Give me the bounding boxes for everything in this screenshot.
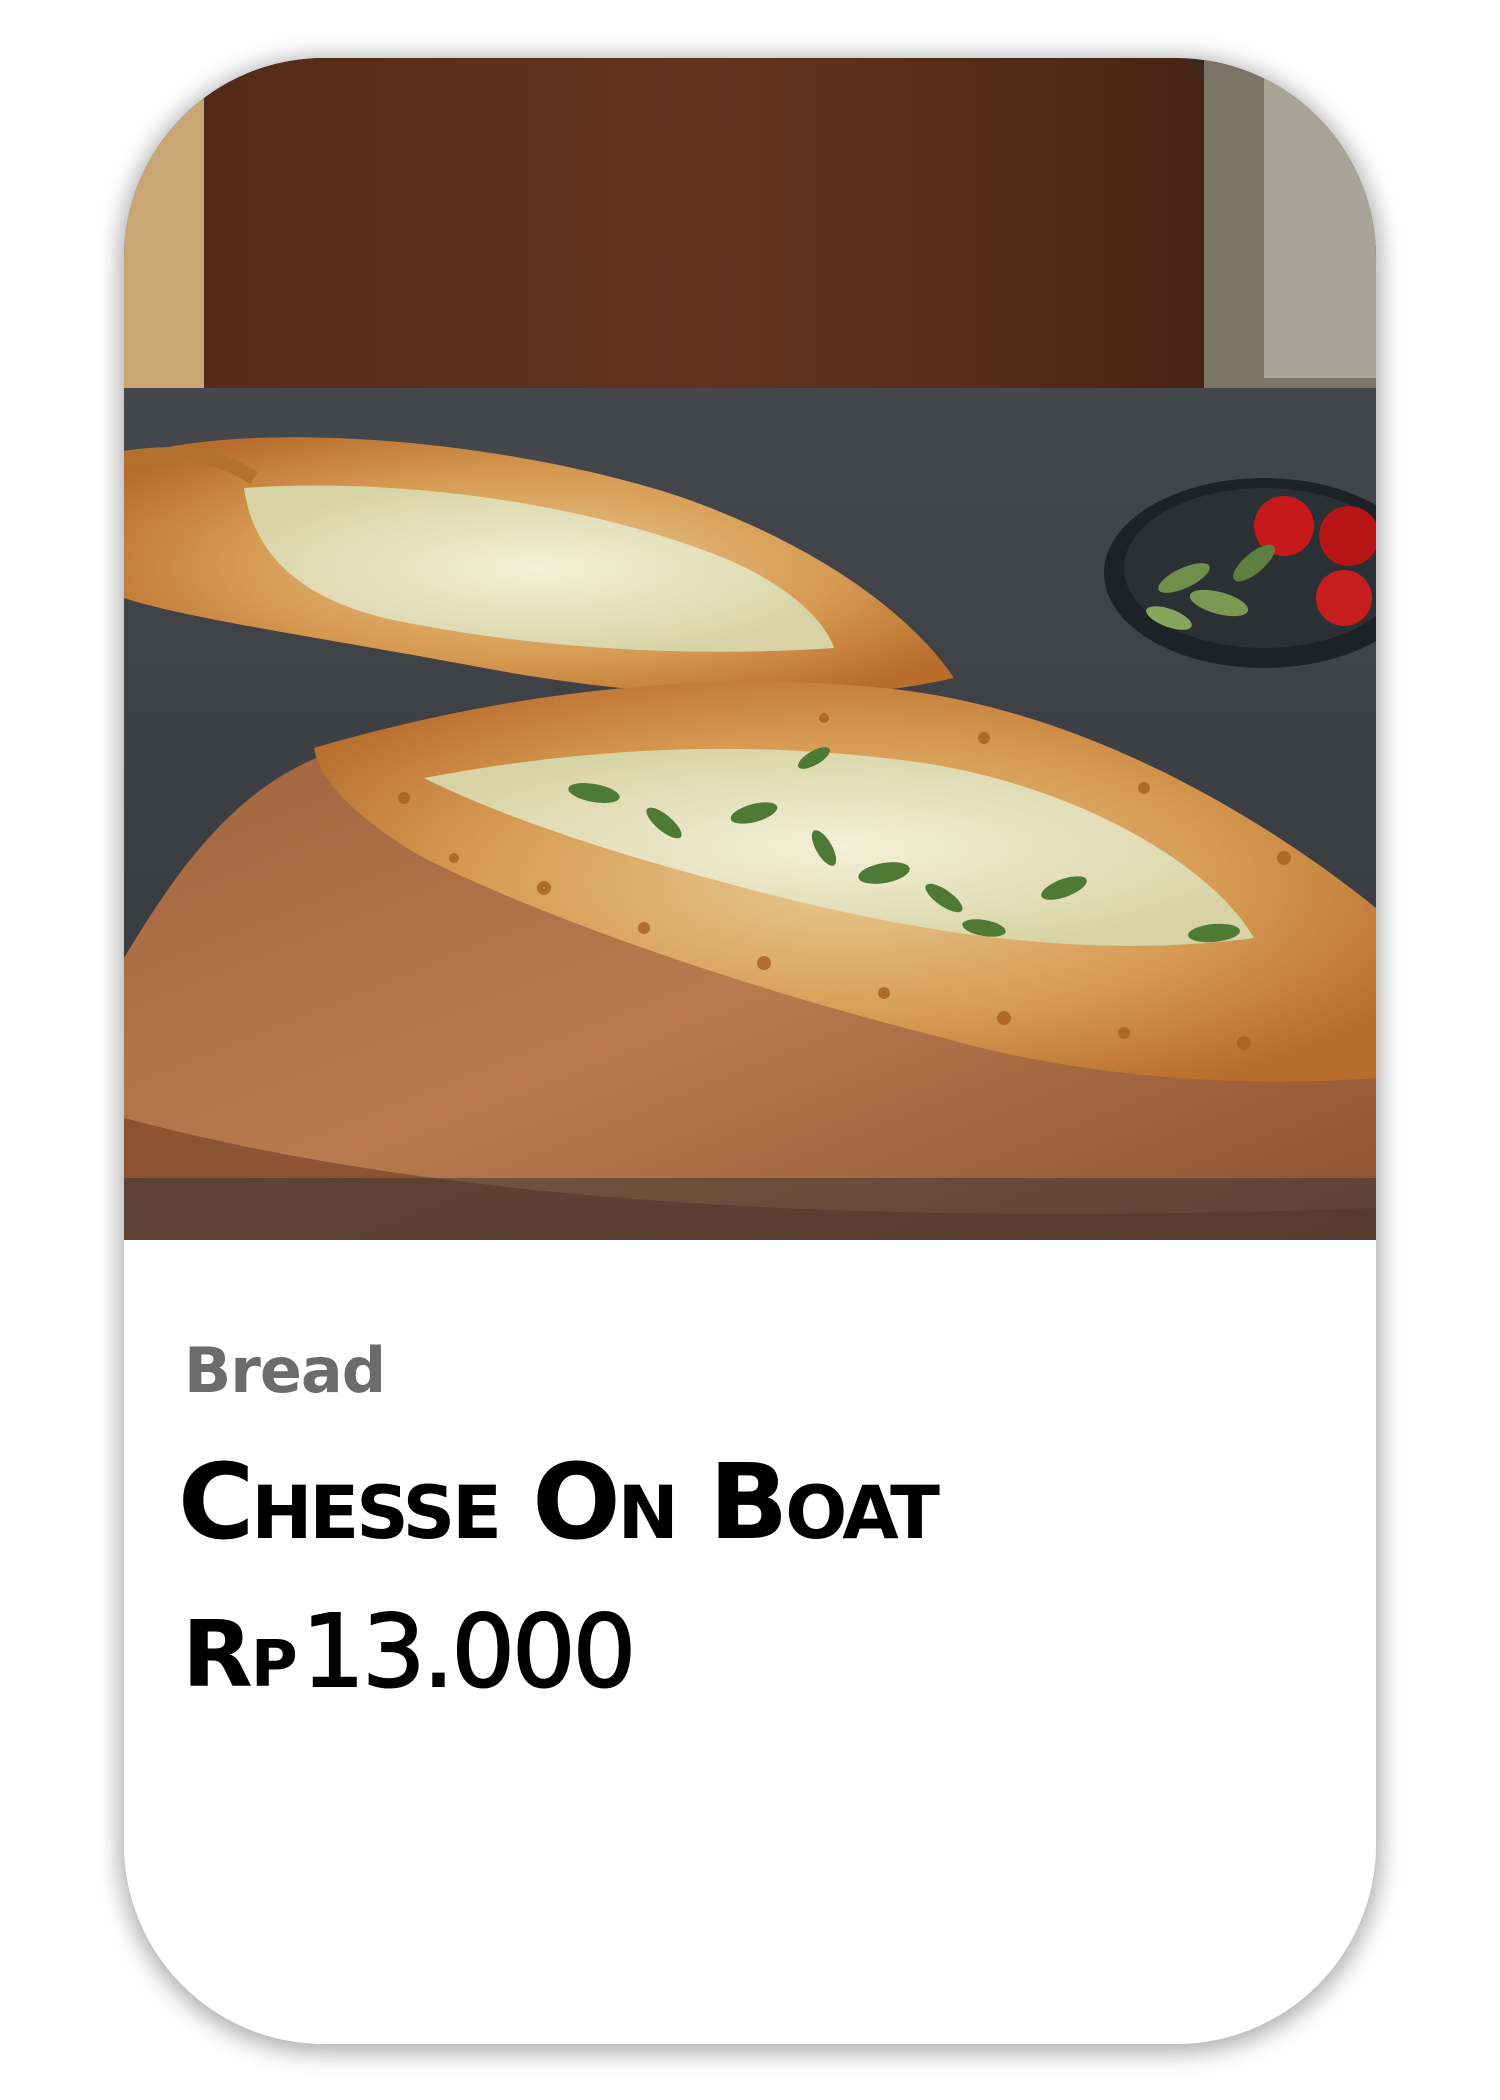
price-amount: 13.000: [300, 1593, 637, 1710]
product-card[interactable]: Bread Chesse On Boat Rp 13.000: [124, 58, 1376, 2044]
page: Bread Chesse On Boat Rp 13.000: [0, 0, 1500, 2100]
product-info: Bread Chesse On Boat Rp 13.000: [124, 1240, 1376, 2044]
product-price: Rp 13.000: [182, 1601, 637, 1703]
product-image: [124, 58, 1376, 1240]
product-category: Bread: [184, 1334, 386, 1407]
product-name: Chesse On Boat: [178, 1441, 940, 1563]
price-currency: Rp: [182, 1601, 298, 1708]
